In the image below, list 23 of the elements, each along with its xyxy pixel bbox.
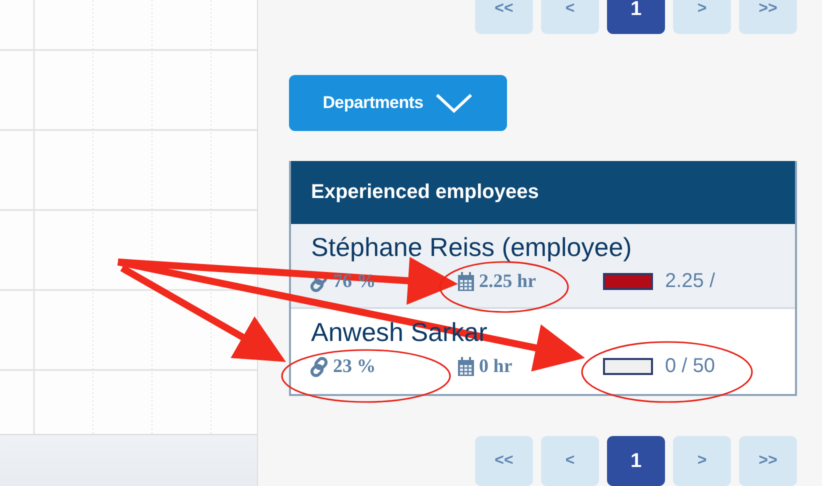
- employee-name: Stéphane Reiss (employee): [310, 231, 633, 264]
- table-title: Experienced employees: [291, 161, 795, 224]
- page-button[interactable]: 1: [607, 0, 665, 34]
- page-button[interactable]: >>: [739, 0, 797, 34]
- page-button[interactable]: <: [541, 436, 599, 486]
- page-button[interactable]: <: [541, 0, 599, 34]
- capacity-bar: [603, 273, 653, 290]
- share-text: 23 %: [333, 356, 376, 378]
- hours-text: 2.25 hr: [479, 270, 536, 292]
- calendar-icon: [457, 272, 475, 292]
- capacity-text: 2.25 /: [665, 270, 716, 293]
- page-button[interactable]: <<: [475, 0, 533, 34]
- capacity-text: 0 / 50: [665, 355, 716, 378]
- page-button[interactable]: >>: [739, 436, 797, 486]
- hours-text: 0 hr: [479, 356, 512, 378]
- page-button[interactable]: >: [673, 436, 731, 486]
- page-button[interactable]: <<: [475, 436, 533, 486]
- departments-dropdown[interactable]: Departments: [289, 75, 507, 131]
- calendar-icon: [457, 356, 475, 376]
- page-button[interactable]: 1: [607, 436, 665, 486]
- page-button[interactable]: >: [673, 0, 731, 34]
- chevron-down-icon: [435, 92, 474, 114]
- link-icon: [309, 356, 329, 376]
